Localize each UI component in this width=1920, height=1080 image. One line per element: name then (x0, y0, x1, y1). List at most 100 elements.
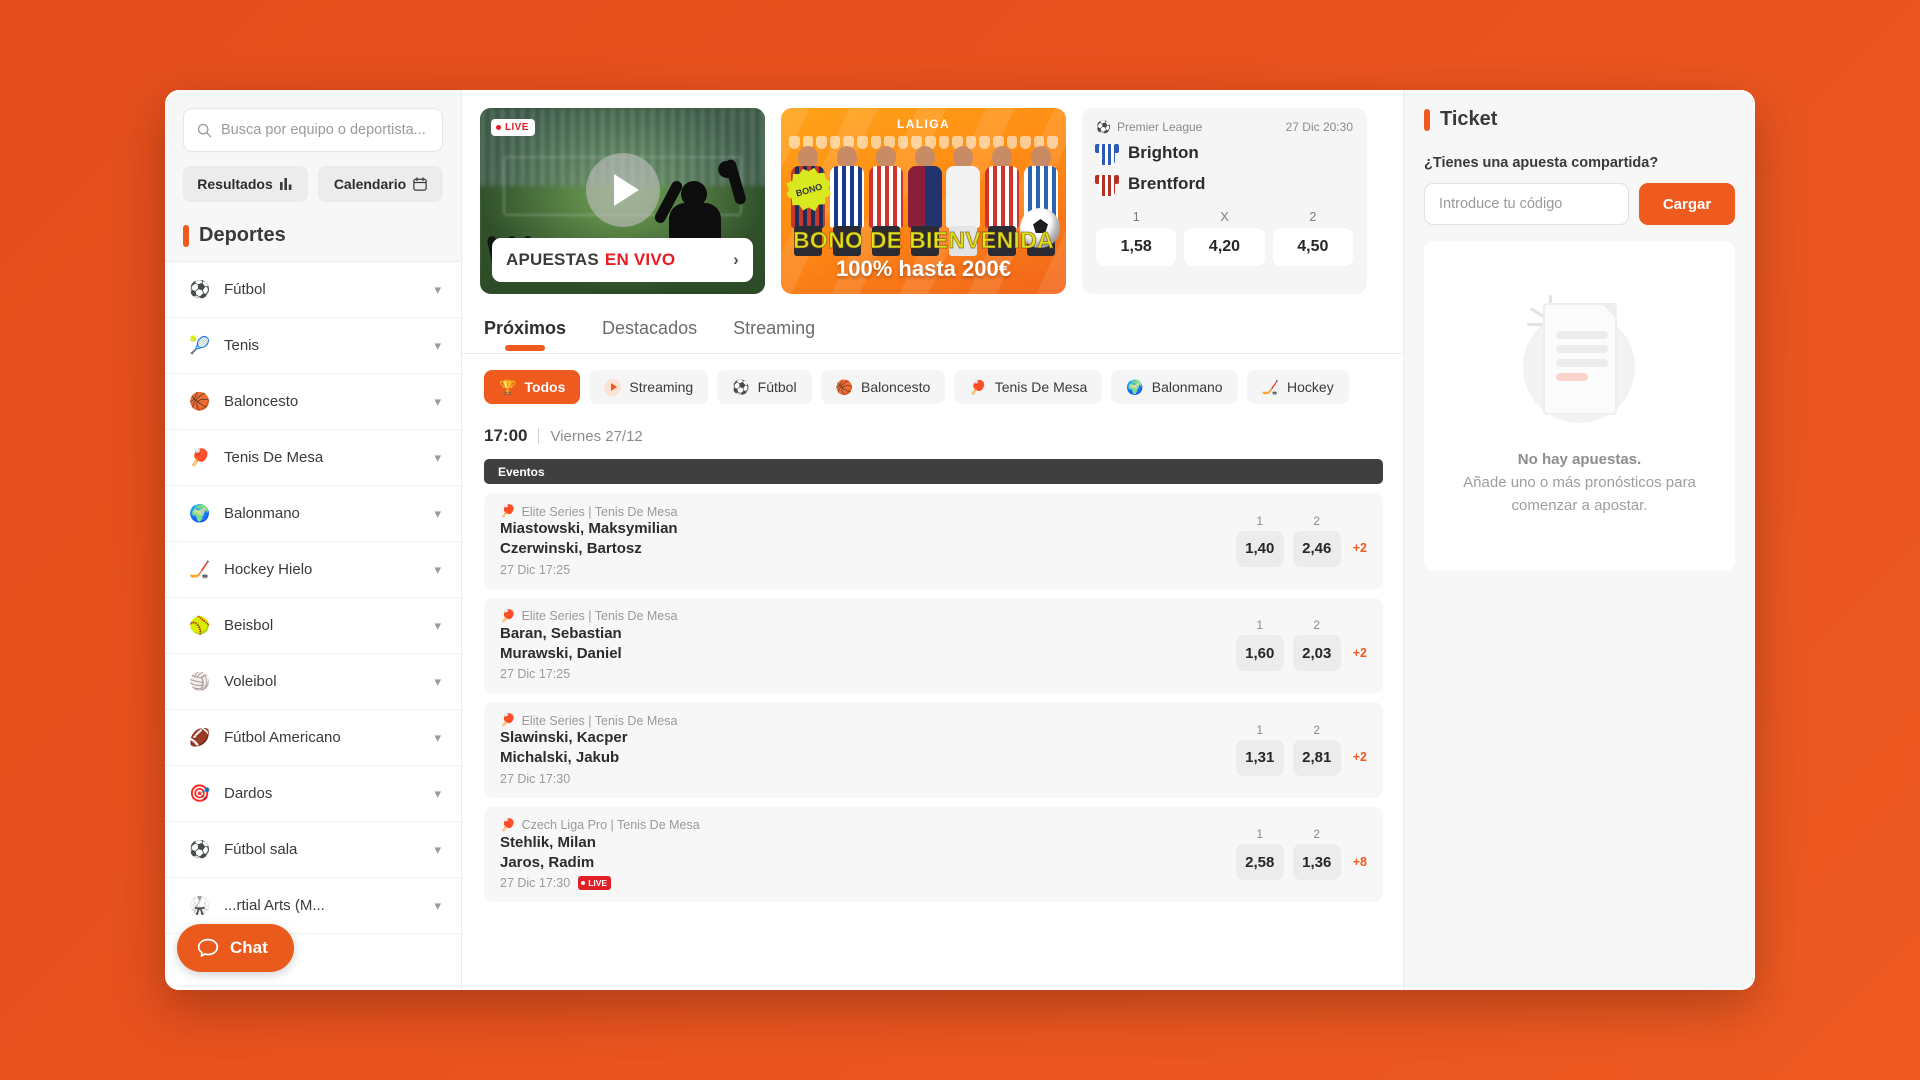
resultados-button[interactable]: Resultados (183, 166, 308, 202)
sidebar-item-sport[interactable]: 🎾 Tenis ▾ (165, 318, 461, 374)
sport-emoji-icon: 🎯 (189, 783, 211, 803)
live-promo-cta[interactable]: APUESTAS EN VIVO › (492, 238, 753, 282)
play-button[interactable] (585, 152, 660, 227)
sidebar-item-sport[interactable]: 🌍 Balonmano ▾ (165, 486, 461, 542)
filter-chip[interactable]: 🏀 Baloncesto (820, 370, 946, 404)
event-odds: 1 1,31 2 2,81 +2 (1235, 722, 1367, 776)
event-sport-emoji-icon: 🏓 (500, 817, 516, 832)
sport-emoji-icon: 🏈 (189, 727, 211, 747)
event-league: Czech Liga Pro | Tenis De Mesa (521, 818, 700, 832)
sidebar-item-label: Voleibol (224, 673, 277, 690)
featured-match-card[interactable]: ⚽ Premier League 27 Dic 20:30 Brighton B… (1082, 108, 1367, 294)
event-odds: 1 1,40 2 2,46 +2 (1235, 514, 1367, 567)
chevron-right-icon: › (733, 250, 739, 269)
odds-header-1: 1 (1132, 210, 1140, 224)
sidebar-item-sport[interactable]: 🏒 Hockey Hielo ▾ (165, 542, 461, 598)
tab-destacados[interactable]: Destacados (602, 318, 697, 351)
live-betting-promo[interactable]: LIVE APUESTAS EN VIVO › (480, 108, 765, 294)
filter-chip[interactable]: 🏒 Hockey (1246, 370, 1349, 404)
chevron-down-icon[interactable]: ▾ (434, 338, 441, 354)
sidebar-item-sport[interactable]: 🏓 Tenis De Mesa ▾ (165, 430, 461, 486)
tab-proximos[interactable]: Próximos (484, 318, 566, 351)
sidebar-item-sport[interactable]: 🎯 Dardos ▾ (165, 766, 461, 822)
event-row[interactable]: 🏓 Elite Series | Tenis De Mesa Baran, Seba… (484, 597, 1383, 693)
event-more-markets[interactable]: +2 (1353, 525, 1367, 555)
ticket-title: Ticket (1440, 108, 1498, 130)
event-row[interactable]: 🏓 Elite Series | Tenis De Mesa Miastowski,… (484, 493, 1383, 589)
chevron-down-icon[interactable]: ▾ (434, 618, 441, 634)
filter-chip[interactable]: 🌍 Balonmano (1111, 370, 1238, 404)
odd-button-1[interactable]: 1,58 (1096, 228, 1177, 266)
event-odd-button[interactable]: 2,81 (1292, 739, 1341, 776)
chat-button[interactable]: Chat (177, 924, 294, 972)
chip-label: Balonmano (1151, 379, 1223, 395)
sidebar-item-label: Fútbol (224, 281, 266, 298)
event-more-markets[interactable]: +2 (1353, 734, 1367, 764)
match-datetime: 27 Dic 20:30 (1285, 120, 1353, 134)
event-more-markets[interactable]: +2 (1353, 630, 1367, 660)
chevron-down-icon[interactable]: ▾ (434, 786, 441, 802)
event-odd-button[interactable]: 2,58 (1235, 844, 1284, 881)
chevron-down-icon[interactable]: ▾ (434, 506, 441, 522)
soccer-ball-icon: ⚽ (1096, 120, 1111, 134)
match-card-header: ⚽ Premier League 27 Dic 20:30 (1096, 120, 1353, 134)
sidebar-item-sport[interactable]: 🏀 Baloncesto ▾ (165, 374, 461, 430)
event-odd-button[interactable]: 2,46 (1292, 530, 1341, 567)
chevron-down-icon[interactable]: ▾ (434, 730, 441, 746)
event-odd-button[interactable]: 2,03 (1292, 635, 1341, 672)
odd-button-x[interactable]: 4,20 (1184, 228, 1265, 266)
sidebar-item-sport[interactable]: ⚽ Fútbol ▾ (165, 262, 461, 318)
date-row: 17:00 Viernes 27/12 (484, 426, 1383, 446)
main-content: LIVE APUESTAS EN VIVO › LALIGA BONO BONO… (462, 90, 1403, 990)
resultados-label: Resultados (197, 176, 273, 192)
event-player-1: Miastowski, Maksymilian (500, 520, 678, 537)
load-bet-button[interactable]: Cargar (1639, 183, 1735, 225)
chevron-down-icon[interactable]: ▾ (434, 562, 441, 578)
event-odd-header: 1 (1256, 722, 1264, 737)
filter-chip[interactable]: 🏆 Todos (484, 370, 581, 404)
event-odd-button[interactable]: 1,60 (1235, 635, 1284, 672)
play-icon (604, 378, 622, 396)
events-panel: 🏆 Todos Streaming ⚽ Fútbol 🏀 Baloncesto 🏓 Tenis … (462, 354, 1403, 990)
chip-emoji-icon: 🏓 (969, 378, 987, 395)
chevron-down-icon[interactable]: ▾ (434, 282, 441, 298)
calendario-button[interactable]: Calendario (318, 166, 443, 202)
filter-chip[interactable]: Streaming (589, 370, 709, 404)
search-area: Busca por equipo o deportista... (165, 90, 461, 152)
event-league: Elite Series | Tenis De Mesa (521, 504, 678, 519)
event-odd-button[interactable]: 1,40 (1235, 530, 1284, 567)
chevron-down-icon[interactable]: ▾ (434, 898, 441, 914)
event-sport-emoji-icon: 🏓 (500, 504, 516, 518)
chip-label: Fútbol (757, 379, 797, 395)
event-row[interactable]: 🏓 Elite Series | Tenis De Mesa Slawinski, … (484, 702, 1383, 798)
chevron-down-icon[interactable]: ▾ (434, 394, 441, 410)
tab-streaming[interactable]: Streaming (733, 318, 815, 351)
bet-code-input[interactable]: Introduce tu código (1424, 183, 1629, 225)
sidebar-item-sport[interactable]: 🏐 Voleibol ▾ (165, 654, 461, 710)
sidebar-item-sport[interactable]: ⚽ Fútbol sala ▾ (165, 822, 461, 878)
sidebar-item-sport[interactable]: 🥎 Beisbol ▾ (165, 598, 461, 654)
sport-emoji-icon: 🥎 (189, 615, 211, 635)
welcome-bonus-promo[interactable]: LALIGA BONO BONO DE BIENVENIDA 100% hast… (781, 108, 1066, 294)
sports-list: ⚽ Fútbol ▾ 🎾 Tenis ▾ 🏀 Baloncesto ▾ 🏓 Tenis De Mes… (165, 261, 461, 990)
event-player-2: Czerwinski, Bartosz (500, 540, 642, 558)
event-more-markets[interactable]: +8 (1353, 839, 1367, 869)
event-info: 🏓 Elite Series | Tenis De Mesa Slawinski, … (500, 713, 1236, 786)
event-odd-button[interactable]: 1,31 (1235, 739, 1284, 776)
sidebar-item-label: Fútbol sala (224, 841, 298, 858)
filter-chip[interactable]: ⚽ Fútbol (717, 370, 812, 404)
play-icon (613, 173, 639, 206)
event-row[interactable]: 🏓 Czech Liga Pro | Tenis De Mesa Stehlik, … (484, 806, 1383, 902)
odd-button-2[interactable]: 4,50 (1272, 228, 1353, 266)
filter-chip[interactable]: 🏓 Tenis De Mesa (954, 370, 1103, 404)
search-input[interactable]: Busca por equipo o deportista... (183, 108, 443, 152)
empty-title: No hay apuestas. (1517, 451, 1642, 468)
sport-emoji-icon: 🎾 (189, 335, 211, 355)
promo-row: LIVE APUESTAS EN VIVO › LALIGA BONO BONO… (462, 90, 1403, 294)
chevron-down-icon[interactable]: ▾ (434, 674, 441, 690)
sidebar-item-sport[interactable]: 🏈 Fútbol Americano ▾ (165, 710, 461, 766)
chevron-down-icon[interactable]: ▾ (434, 450, 441, 466)
chevron-down-icon[interactable]: ▾ (434, 842, 441, 858)
event-odd-header: 2 (1313, 618, 1321, 633)
event-odd-button[interactable]: 1,36 (1292, 844, 1341, 881)
